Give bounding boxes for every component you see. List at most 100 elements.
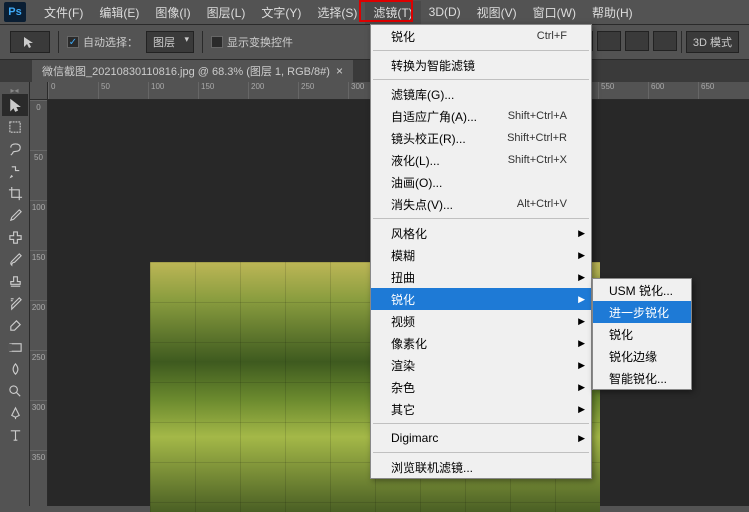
menu-select[interactable]: 选择(S) — [309, 1, 365, 24]
healing-tool[interactable] — [2, 226, 28, 248]
submenu-arrow-icon: ▶ — [578, 294, 585, 305]
menu-image[interactable]: 图像(I) — [147, 1, 198, 24]
menu-item-label: 滤镜库(G)... — [391, 86, 567, 103]
submenu-item-label: 锐化 — [609, 326, 679, 343]
menu-item-label: 风格化 — [391, 225, 567, 242]
menu-shortcut: Shift+Ctrl+A — [508, 110, 567, 122]
show-transform-label: 显示变换控件 — [227, 34, 293, 50]
submenu-item[interactable]: 锐化 — [593, 323, 691, 345]
menu-shortcut: Shift+Ctrl+X — [508, 154, 567, 166]
menu-edit[interactable]: 编辑(E) — [91, 1, 147, 24]
ruler-tick: 250 — [298, 82, 348, 99]
menu-item[interactable]: 锐化Ctrl+F — [371, 25, 591, 47]
quick-select-tool[interactable] — [2, 160, 28, 182]
submenu-item[interactable]: 智能锐化... — [593, 367, 691, 389]
submenu-item-label: 进一步锐化 — [609, 304, 679, 321]
file-tab[interactable]: 微信截图_20210830110816.jpg @ 68.3% (图层 1, R… — [32, 60, 353, 82]
menu-item-label: 转换为智能滤镜 — [391, 57, 567, 74]
menu-item[interactable]: 自适应广角(A)...Shift+Ctrl+A — [371, 105, 591, 127]
menu-item-label: Digimarc — [391, 431, 567, 445]
menu-shortcut: Ctrl+F — [537, 30, 567, 42]
filter-menu-dropdown: 锐化Ctrl+F转换为智能滤镜滤镜库(G)...自适应广角(A)...Shift… — [370, 24, 592, 479]
submenu-arrow-icon: ▶ — [578, 360, 585, 371]
menu-item[interactable]: 锐化▶ — [371, 288, 591, 310]
menu-item-label: 自适应广角(A)... — [391, 108, 508, 125]
auto-select-checkbox[interactable]: ✓ 自动选择： — [67, 34, 138, 50]
pen-tool[interactable] — [2, 402, 28, 424]
menu-view[interactable]: 视图(V) — [469, 1, 525, 24]
menu-item[interactable]: 像素化 ▶ — [371, 332, 591, 354]
menu-item[interactable]: 渲染▶ — [371, 354, 591, 376]
submenu-arrow-icon: ▶ — [578, 272, 585, 283]
brush-tool[interactable] — [2, 248, 28, 270]
menu-item-label: 像素化 — [391, 335, 567, 352]
menu-item[interactable]: 镜头校正(R)...Shift+Ctrl+R — [371, 127, 591, 149]
ruler-tick: 600 — [648, 82, 698, 99]
menu-item[interactable]: 油画(O)... — [371, 171, 591, 193]
auto-select-label: 自动选择： — [83, 34, 138, 50]
type-tool[interactable] — [2, 424, 28, 446]
align-icon[interactable] — [653, 31, 677, 51]
toolbox-grip-icon[interactable]: ▸◂ — [0, 86, 29, 94]
menu-item[interactable]: 模糊▶ — [371, 244, 591, 266]
menu-separator — [373, 218, 589, 219]
history-brush-tool[interactable] — [2, 292, 28, 314]
submenu-item[interactable]: USM 锐化... — [593, 279, 691, 301]
show-transform-checkbox[interactable]: 显示变换控件 — [211, 34, 293, 50]
submenu-item[interactable]: 进一步锐化 — [593, 301, 691, 323]
menu-item[interactable]: 消失点(V)...Alt+Ctrl+V — [371, 193, 591, 215]
gradient-tool[interactable] — [2, 336, 28, 358]
move-tool-indicator-icon[interactable] — [10, 31, 50, 53]
eraser-tool[interactable] — [2, 314, 28, 336]
menu-item[interactable]: 视频▶ — [371, 310, 591, 332]
submenu-arrow-icon: ▶ — [578, 433, 585, 444]
submenu-item[interactable]: 锐化边缘 — [593, 345, 691, 367]
menu-item-label: 其它 — [391, 401, 567, 418]
ruler-tick: 0 — [30, 100, 47, 150]
blur-tool[interactable] — [2, 358, 28, 380]
menu-item[interactable]: 扭曲 ▶ — [371, 266, 591, 288]
menu-item[interactable]: 其它▶ — [371, 398, 591, 420]
align-icon[interactable] — [597, 31, 621, 51]
menu-layer[interactable]: 图层(L) — [199, 1, 254, 24]
menu-item-label: 扭曲 — [391, 269, 567, 286]
auto-select-dropdown[interactable]: 图层 — [146, 31, 194, 53]
stamp-tool[interactable] — [2, 270, 28, 292]
lasso-tool[interactable] — [2, 138, 28, 160]
unchecked-icon — [211, 36, 223, 48]
menu-item[interactable]: 风格化▶ — [371, 222, 591, 244]
dodge-tool[interactable] — [2, 380, 28, 402]
menu-item-label: 锐化 — [391, 28, 537, 45]
crop-tool[interactable] — [2, 182, 28, 204]
menu-item[interactable]: 滤镜库(G)... — [371, 83, 591, 105]
menu-item[interactable]: 转换为智能滤镜 — [371, 54, 591, 76]
submenu-arrow-icon: ▶ — [578, 338, 585, 349]
marquee-tool[interactable] — [2, 116, 28, 138]
ruler-tick: 550 — [598, 82, 648, 99]
menu-item[interactable]: 杂色▶ — [371, 376, 591, 398]
menu-separator — [373, 452, 589, 453]
align-icon[interactable] — [625, 31, 649, 51]
ruler-tick: 150 — [198, 82, 248, 99]
submenu-item-label: 智能锐化... — [609, 370, 679, 387]
ruler-tick: 250 — [30, 350, 47, 400]
menu-file[interactable]: 文件(F) — [36, 1, 91, 24]
menu-filter[interactable]: 滤镜(T) — [365, 1, 420, 24]
menu-type[interactable]: 文字(Y) — [253, 1, 309, 24]
submenu-arrow-icon: ▶ — [578, 382, 585, 393]
menu-item[interactable]: Digimarc ▶ — [371, 427, 591, 449]
eyedropper-tool[interactable] — [2, 204, 28, 226]
menu-3d[interactable]: 3D(D) — [421, 2, 469, 22]
menu-item[interactable]: 浏览联机滤镜... — [371, 456, 591, 478]
menu-help[interactable]: 帮助(H) — [584, 1, 641, 24]
menu-item[interactable]: 液化(L)...Shift+Ctrl+X — [371, 149, 591, 171]
submenu-item-label: 锐化边缘 — [609, 348, 679, 365]
close-icon[interactable]: × — [336, 64, 343, 78]
ruler-tick: 100 — [148, 82, 198, 99]
ruler-tick: 350 — [30, 450, 47, 500]
submenu-arrow-icon: ▶ — [578, 250, 585, 261]
move-tool[interactable] — [2, 94, 28, 116]
menu-window[interactable]: 窗口(W) — [525, 1, 584, 24]
file-tab-title: 微信截图_20210830110816.jpg @ 68.3% (图层 1, R… — [42, 63, 330, 79]
ruler-corner — [30, 82, 48, 100]
